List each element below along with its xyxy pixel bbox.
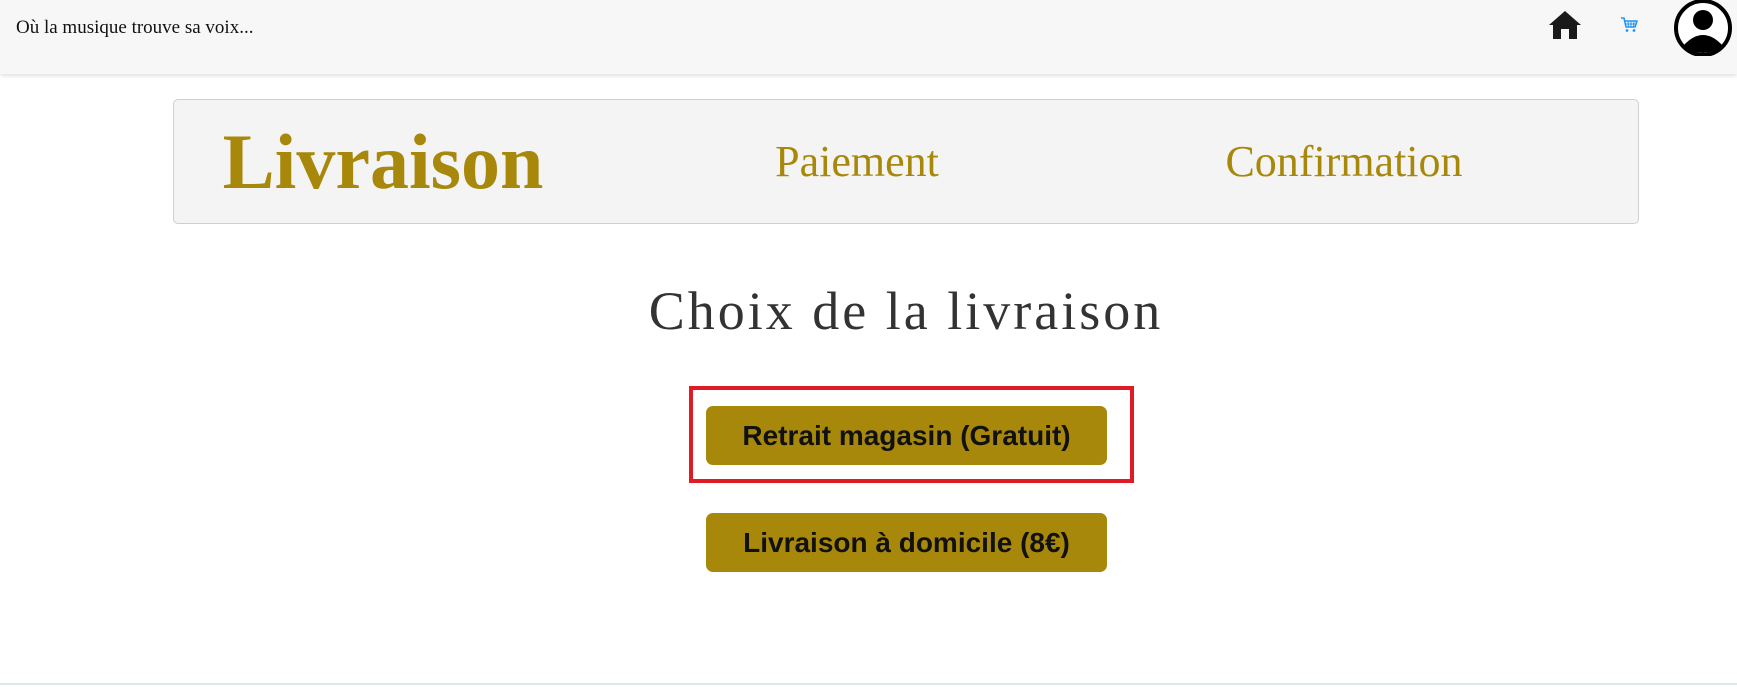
home-icon[interactable] — [1548, 9, 1582, 41]
store-pickup-button[interactable]: Retrait magasin (Gratuit) — [706, 406, 1107, 465]
cart-icon[interactable] — [1620, 16, 1638, 33]
site-tagline: Où la musique trouve sa voix... — [16, 17, 254, 38]
bottom-divider — [0, 683, 1737, 685]
checkout-steps: Livraison Paiement Confirmation — [173, 99, 1639, 224]
user-avatar-icon[interactable] — [1672, 0, 1734, 56]
step-confirmation[interactable]: Confirmation — [1194, 100, 1494, 223]
step-paiement[interactable]: Paiement — [732, 100, 982, 223]
step-livraison[interactable]: Livraison — [223, 100, 544, 223]
home-delivery-button[interactable]: Livraison à domicile (8€) — [706, 513, 1107, 572]
page-title: Choix de la livraison — [648, 281, 1164, 341]
top-navbar: Où la musique trouve sa voix... — [0, 0, 1737, 74]
